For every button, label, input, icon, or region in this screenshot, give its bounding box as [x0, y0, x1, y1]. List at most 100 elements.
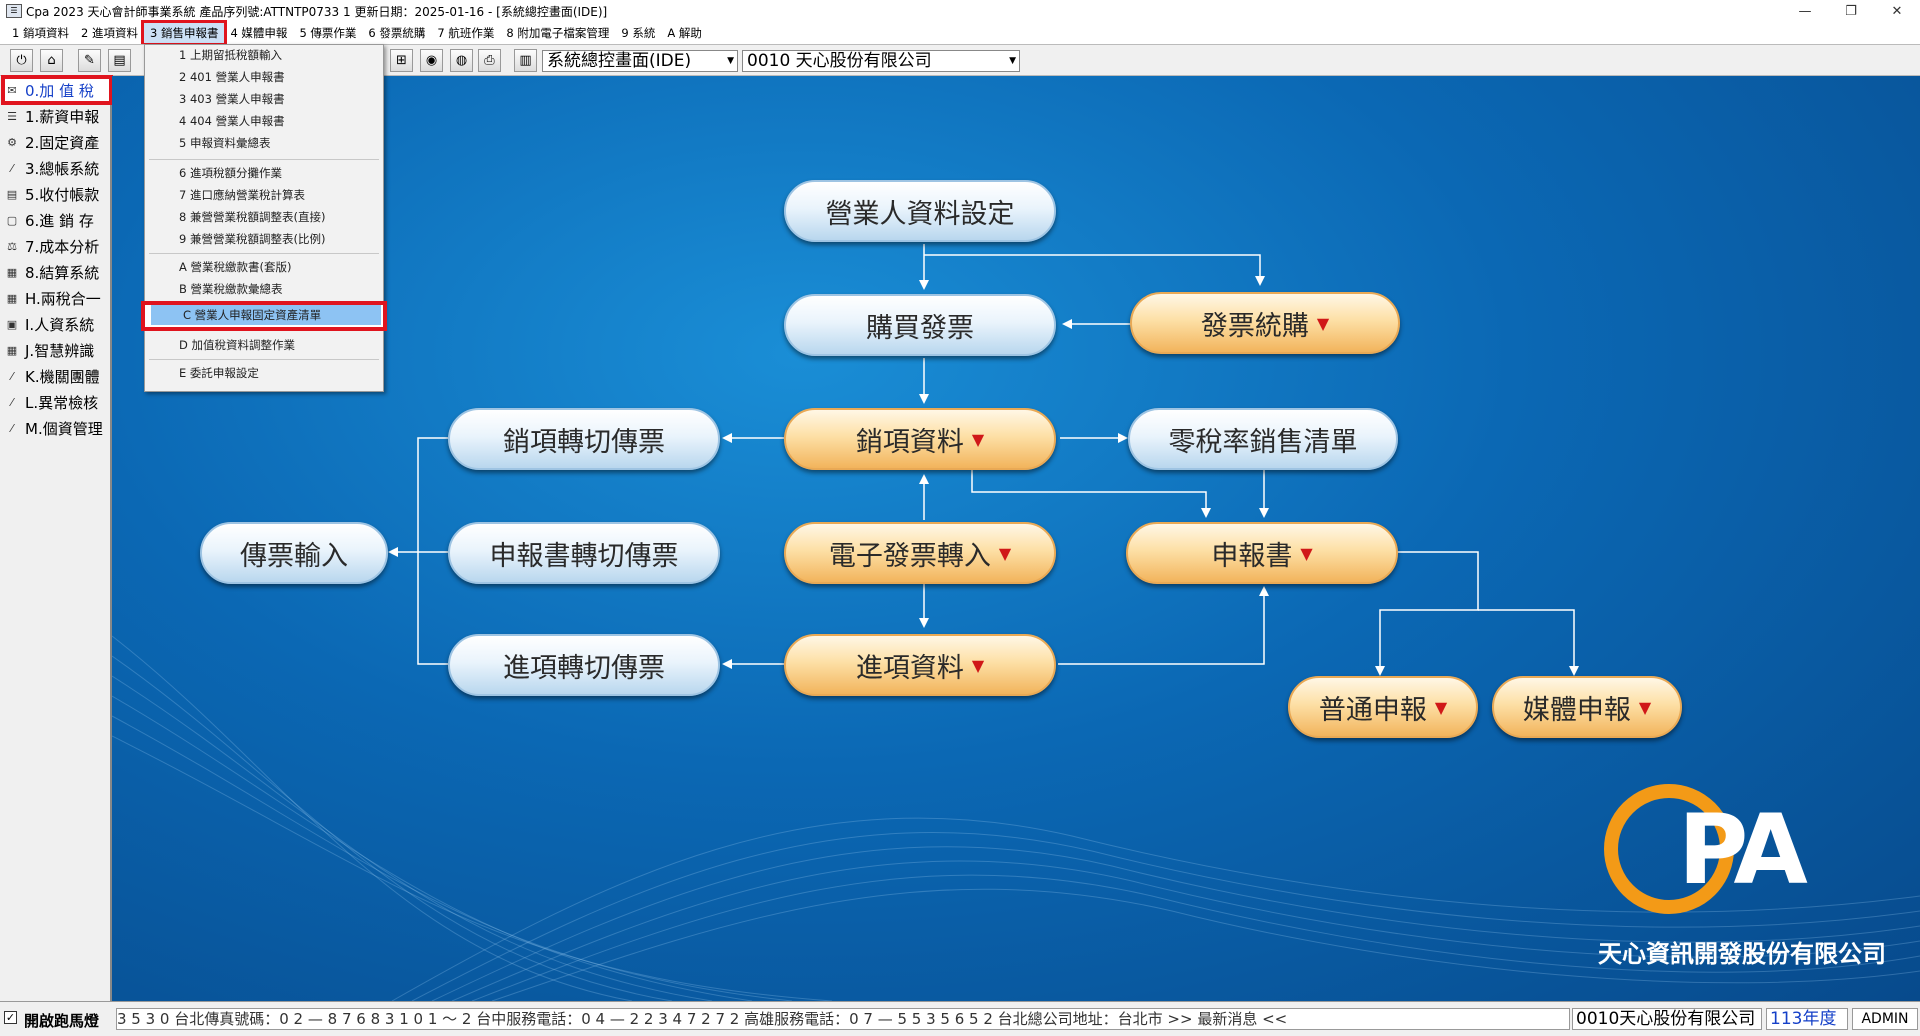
- payroll-icon: ☰: [7, 109, 17, 123]
- logo-company-name: 天心資訊開發股份有限公司: [1598, 940, 1886, 968]
- sidebar-item-hr[interactable]: ▣ I.人資系統: [4, 312, 110, 336]
- node-label: 媒體申報: [1522, 694, 1631, 726]
- dropdown-item-4[interactable]: 4 404 營業人申報書: [145, 111, 383, 131]
- dropdown-item-3[interactable]: 3 403 營業人申報書: [145, 89, 383, 109]
- sidebar-item-ledger[interactable]: ⁄ 3.總帳系統: [4, 156, 110, 180]
- dropdown-item-6[interactable]: 6 進項稅額分攤作業: [145, 163, 383, 183]
- node-invoice-bulk-purchase[interactable]: 發票統購 ▼: [1130, 292, 1400, 354]
- asset-icon: ⚙: [7, 135, 17, 149]
- module-sidebar: ✉ 0.加 值 稅 ☰ 1.薪資申報 ⚙ 2.固定資產 ⁄ 3.總帳系統 ▤ 5.收付帳款…: [0, 75, 113, 1001]
- caret-down-icon: ▼: [1316, 313, 1330, 333]
- sidebar-item-label: J.智慧辨識: [25, 341, 95, 360]
- tools-icon[interactable]: ✎: [78, 49, 101, 72]
- sidebar-item-asset[interactable]: ⚙ 2.固定資產: [4, 130, 110, 154]
- restore-button[interactable]: ❐: [1828, 0, 1874, 22]
- node-business-setup[interactable]: 營業人資料設定: [784, 180, 1056, 242]
- capture-icon[interactable]: ◉: [420, 49, 443, 72]
- sidebar-item-label: 5.收付帳款: [25, 185, 100, 204]
- dropdown-item-8[interactable]: 8 兼營營業稅額調整表(直接): [145, 207, 383, 227]
- sales-report-dropdown: 1 上期留抵稅額輸入 2 401 營業人申報書 3 403 營業人申報書 4 4…: [141, 44, 387, 392]
- sidebar-item-label: M.個資管理: [25, 419, 103, 438]
- node-voucher-input[interactable]: 傳票輸入: [200, 522, 388, 584]
- node-label: 發票統購: [1200, 310, 1309, 342]
- ledger-icon: ⁄: [11, 161, 13, 175]
- dropdown-item-2[interactable]: 2 401 營業人申報書: [145, 67, 383, 87]
- company-select[interactable]: 0010 天心股份有限公司 ▼: [742, 50, 1020, 72]
- sidebar-item-recognition[interactable]: ▦ J.智慧辨識: [4, 338, 110, 362]
- node-label: 電子發票轉入: [828, 540, 991, 572]
- dropdown-item-c[interactable]: C 營業人申報固定資產清單: [141, 301, 387, 331]
- printer-icon[interactable]: ⎙: [478, 49, 501, 72]
- chevron-down-icon: ▼: [727, 56, 734, 66]
- exit-icon[interactable]: ⏻: [10, 49, 33, 72]
- web-icon[interactable]: ◍: [450, 49, 473, 72]
- dropdown-item-7[interactable]: 7 進口應納營業稅計算表: [145, 185, 383, 205]
- dropdown-item-9[interactable]: 9 兼營營業稅額調整表(比例): [145, 229, 383, 249]
- dropdown-item-b[interactable]: B 營業稅繳款彙總表: [145, 279, 383, 299]
- dropdown-item-5[interactable]: 5 申報資料彙總表: [145, 133, 383, 153]
- logo-letters: PA: [1678, 794, 1808, 906]
- sidebar-item-payroll[interactable]: ☰ 1.薪資申報: [4, 104, 110, 128]
- node-label: 銷項資料: [855, 426, 964, 458]
- dropdown-item-d[interactable]: D 加值稅資料調整作業: [145, 335, 383, 355]
- sidebar-item-payment[interactable]: ▤ 5.收付帳款: [4, 182, 110, 206]
- marquee-checkbox[interactable]: ✓: [4, 1011, 17, 1024]
- sidebar-item-settlement[interactable]: ▦ 8.結算系統: [4, 260, 110, 284]
- dropdown-item-e[interactable]: E 委託申報設定: [145, 363, 383, 383]
- sidebar-item-label: 6.進 銷 存: [25, 211, 94, 230]
- dropdown-item-1[interactable]: 1 上期留抵稅額輸入: [145, 45, 383, 65]
- menu-sales-data[interactable]: 1 銷項資料: [6, 23, 75, 43]
- node-purchase-invoice[interactable]: 購買發票: [784, 294, 1056, 356]
- node-einvoice-import[interactable]: 電子發票轉入 ▼: [784, 522, 1056, 584]
- node-sales-voucher[interactable]: 銷項轉切傳票: [448, 408, 720, 470]
- sidebar-item-cost[interactable]: ⚖ 7.成本分析: [4, 234, 110, 258]
- calculator-icon[interactable]: ⊞: [390, 49, 413, 72]
- menu-invoice-purchase[interactable]: 6 發票統購: [362, 23, 431, 43]
- tax-merge-icon: ▦: [6, 291, 18, 305]
- caret-down-icon: ▼: [998, 543, 1012, 563]
- node-report-voucher[interactable]: 申報書轉切傳票: [448, 522, 720, 584]
- caret-down-icon: ▼: [1434, 697, 1448, 717]
- menu-system[interactable]: 9 系統: [615, 23, 661, 43]
- sidebar-item-label: K.機關團體: [25, 367, 100, 386]
- menu-sales-report[interactable]: 3 銷售申報書: [140, 20, 228, 46]
- sidebar-item-anomaly[interactable]: ⁄ L.異常檢核: [4, 390, 110, 414]
- menu-voucher[interactable]: 5 傳票作業: [293, 23, 362, 43]
- screen-select-value: 系統總控畫面(IDE): [547, 51, 692, 71]
- cost-icon: ⚖: [7, 239, 17, 253]
- sidebar-item-tax-merge[interactable]: ▦ H.兩稅合一: [4, 286, 110, 310]
- news-marquee: 3 5 3 0 台北傳真號碼：0 2 — 8 7 6 8 3 1 0 1 ～ 2…: [116, 1008, 1570, 1030]
- dropdown-item-a[interactable]: A 營業稅繳款書(套版): [145, 257, 383, 277]
- node-tax-report[interactable]: 申報書 ▼: [1126, 522, 1398, 584]
- print-icon[interactable]: ▤: [108, 49, 131, 72]
- node-media-filing[interactable]: 媒體申報 ▼: [1492, 676, 1682, 738]
- node-label: 營業人資料設定: [825, 198, 1015, 230]
- chart-icon[interactable]: ▥: [514, 49, 537, 72]
- node-purchase-voucher[interactable]: 進項轉切傳票: [448, 634, 720, 696]
- menu-purchase-data[interactable]: 2 進項資料: [75, 23, 144, 43]
- inventory-icon: ▢: [6, 213, 18, 227]
- node-normal-filing[interactable]: 普通申報 ▼: [1288, 676, 1478, 738]
- screen-select[interactable]: 系統總控畫面(IDE) ▼: [542, 50, 738, 72]
- app-icon: ☰: [6, 4, 22, 18]
- sidebar-item-inventory[interactable]: ▢ 6.進 銷 存: [4, 208, 110, 232]
- menu-attachments[interactable]: 8 附加電子檔案管理: [500, 23, 615, 43]
- node-label: 進項轉切傳票: [503, 652, 665, 684]
- home-icon[interactable]: ⌂: [40, 49, 63, 72]
- node-zero-tax-list[interactable]: 零稅率銷售清單: [1128, 408, 1398, 470]
- menu-flight[interactable]: 7 航班作業: [431, 23, 500, 43]
- caret-down-icon: ▼: [1638, 697, 1652, 717]
- menu-help[interactable]: A 解助: [661, 23, 708, 43]
- node-label: 傳票輸入: [240, 540, 348, 572]
- sidebar-item-organization[interactable]: ⁄ K.機關團體: [4, 364, 110, 388]
- node-label: 進項資料: [855, 652, 964, 684]
- menu-media-filing[interactable]: 4 媒體申報: [224, 23, 293, 43]
- status-user: ADMIN: [1852, 1008, 1918, 1030]
- node-sales-data[interactable]: 銷項資料 ▼: [784, 408, 1056, 470]
- settlement-icon: ▦: [6, 265, 18, 279]
- close-button[interactable]: ✕: [1874, 0, 1920, 22]
- node-purchase-data[interactable]: 進項資料 ▼: [784, 634, 1056, 696]
- sidebar-item-privacy[interactable]: ⁄ M.個資管理: [4, 416, 110, 440]
- sidebar-item-vat[interactable]: ✉ 0.加 值 稅: [1, 75, 113, 105]
- minimize-button[interactable]: —: [1782, 0, 1828, 22]
